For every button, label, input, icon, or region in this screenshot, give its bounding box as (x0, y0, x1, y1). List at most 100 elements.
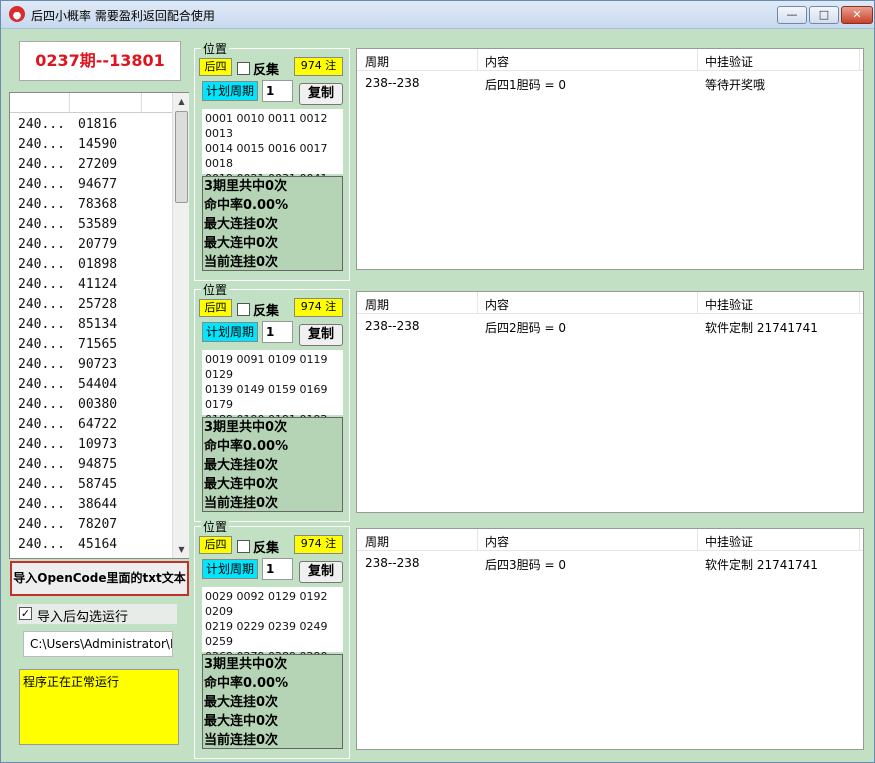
result-panel-3[interactable]: 周期 内容 中挂验证 238--238 后四3胆码 = 0 软件定制 21741741 (356, 528, 864, 750)
plan-cycle-input[interactable]: 1 (262, 558, 293, 580)
number-list[interactable]: 0029 0092 0129 0192 0209 0219 0229 0239 0… (202, 587, 343, 708)
auto-run-option[interactable]: ✓ 导入后勾选运行 (17, 604, 177, 625)
number-list[interactable]: 0001 0010 0011 0012 0013 0014 0015 0016 0… (202, 109, 343, 230)
column-separator (859, 49, 860, 71)
scroll-up-arrow-icon[interactable]: ▲ (173, 93, 190, 110)
fanji-option[interactable]: 反集 (236, 537, 286, 556)
code-cell: 54404 (78, 377, 118, 392)
list-item[interactable]: 240... 20779 (10, 235, 172, 255)
list-item[interactable]: 240... 85134 (10, 315, 172, 335)
result-panel-2[interactable]: 周期 内容 中挂验证 238--238 后四2胆码 = 0 软件定制 21741741 (356, 291, 864, 513)
result-panel-1[interactable]: 周期 内容 中挂验证 238--238 后四1胆码 = 0 等待开奖哦 (356, 48, 864, 270)
copy-button[interactable]: 复制 (299, 324, 343, 346)
result-header: 周期 内容 中挂验证 (357, 49, 863, 71)
issue-cell: 240... (18, 237, 65, 252)
plan-cycle-label: 计划周期 (202, 559, 258, 579)
result-cell: 软件定制 21741741 (705, 558, 818, 572)
plan-cycle-input[interactable]: 1 (262, 321, 293, 343)
scroll-down-arrow-icon[interactable]: ▼ (173, 541, 190, 558)
result-cell: 238--238 (365, 319, 420, 333)
list-item[interactable]: 240... 14590 (10, 135, 172, 155)
number-line: 0139 0149 0159 0169 0179 (205, 383, 328, 411)
column-header[interactable]: 中挂验证 (705, 53, 753, 70)
result-cell: 后四3胆码 = 0 (485, 558, 566, 572)
column-header[interactable]: 周期 (365, 296, 389, 313)
stat-line: 3期里共中0次 (204, 657, 288, 672)
fanji-option[interactable]: 反集 (236, 300, 286, 319)
column-header[interactable]: 周期 (365, 53, 389, 70)
result-cell: 238--238 (365, 76, 420, 90)
position-group-3: 位置 后四 反集 974 注计划周期 1 复制 0029 0092 0129 0192 02… (194, 518, 350, 759)
code-cell: 64722 (78, 417, 118, 432)
fanji-checkbox[interactable] (237, 303, 250, 316)
plan-cycle-input[interactable]: 1 (262, 80, 293, 102)
fanji-checkbox[interactable] (237, 540, 250, 553)
list-item[interactable]: 240... 10973 (10, 435, 172, 455)
auto-run-checkbox[interactable]: ✓ (19, 607, 32, 620)
column-header[interactable]: 内容 (485, 533, 509, 550)
list-item[interactable]: 240... 94875 (10, 455, 172, 475)
result-cell: 238--238 (365, 556, 420, 570)
list-item[interactable]: 240... 71565 (10, 335, 172, 355)
code-cell: 10973 (78, 437, 118, 452)
import-txt-button[interactable]: 导入OpenCode里面的txt文本 (10, 561, 189, 596)
list-item[interactable]: 240... 90723 (10, 355, 172, 375)
issue-cell: 240... (18, 317, 65, 332)
list-item[interactable]: 240... 25728 (10, 295, 172, 315)
list-item[interactable]: 240... 54404 (10, 375, 172, 395)
list-item[interactable]: 240... 64722 (10, 415, 172, 435)
status-textarea[interactable]: 程序正在正常运行 (19, 669, 179, 745)
column-separator (859, 529, 860, 551)
column-header[interactable]: 周期 (365, 533, 389, 550)
number-list[interactable]: 0019 0091 0109 0119 0129 0139 0149 0159 0… (202, 350, 343, 471)
list-scrollbar[interactable]: ▲ ▼ (172, 93, 189, 558)
list-item[interactable]: 240... 58745 (10, 475, 172, 495)
list-item[interactable]: 240... 00380 (10, 395, 172, 415)
close-button[interactable]: ✕ (841, 6, 873, 24)
position-dropdown[interactable]: 后四 (199, 58, 232, 76)
position-dropdown[interactable]: 后四 (199, 299, 232, 317)
column-header[interactable]: 中挂验证 (705, 533, 753, 550)
copy-button[interactable]: 复制 (299, 561, 343, 583)
file-path-field[interactable]: C:\Users\Administrator\De (23, 631, 173, 657)
code-cell: 20779 (78, 237, 118, 252)
list-item[interactable]: 240... 53589 (10, 215, 172, 235)
issue-cell: 240... (18, 417, 65, 432)
list-item[interactable]: 240... 94677 (10, 175, 172, 195)
copy-button[interactable]: 复制 (299, 83, 343, 105)
list-header-col-2[interactable] (70, 93, 142, 113)
maximize-button[interactable]: □ (809, 6, 839, 24)
column-header[interactable]: 内容 (485, 53, 509, 70)
column-separator (697, 49, 698, 71)
number-line: 0014 0015 0016 0017 0018 (205, 142, 328, 170)
stat-line: 最大连中0次 (204, 714, 279, 729)
stat-line: 当前连挂0次 (204, 733, 279, 748)
list-header-col-1[interactable] (10, 93, 70, 113)
minimize-button[interactable]: — (777, 6, 807, 24)
title-bar: 后四小概率 需要盈利返回配合使用 — □ ✕ (1, 1, 874, 29)
result-cell: 软件定制 21741741 (705, 321, 818, 335)
list-item[interactable]: 240... 01898 (10, 255, 172, 275)
stats-box: 3期里共中0次 命中率0.00% 最大连挂0次 最大连中0次 当前连挂0次 (202, 654, 343, 749)
number-line: 0001 0010 0011 0012 0013 (205, 112, 328, 140)
list-item[interactable]: 240... 78368 (10, 195, 172, 215)
list-item[interactable]: 240... 45164 (10, 535, 172, 555)
list-item[interactable]: 240... 27209 (10, 155, 172, 175)
position-dropdown[interactable]: 后四 (199, 536, 232, 554)
column-header[interactable]: 内容 (485, 296, 509, 313)
column-separator (697, 529, 698, 551)
count-badge: 974 注 (294, 535, 343, 554)
list-item[interactable]: 240... 38644 (10, 495, 172, 515)
column-header[interactable]: 中挂验证 (705, 296, 753, 313)
list-item[interactable]: 240... 41124 (10, 275, 172, 295)
scrollbar-thumb[interactable] (175, 111, 188, 203)
fanji-option[interactable]: 反集 (236, 59, 286, 78)
fanji-checkbox[interactable] (237, 62, 250, 75)
history-list[interactable]: 240... 01816 240... 14590 240... 27209 240... 9… (9, 92, 189, 559)
group-title: 位置 (201, 518, 230, 535)
code-cell: 90723 (78, 357, 118, 372)
code-cell: 41124 (78, 277, 118, 292)
list-item[interactable]: 240... 78207 (10, 515, 172, 535)
list-item[interactable]: 240... 01816 (10, 115, 172, 135)
code-cell: 00380 (78, 397, 118, 412)
